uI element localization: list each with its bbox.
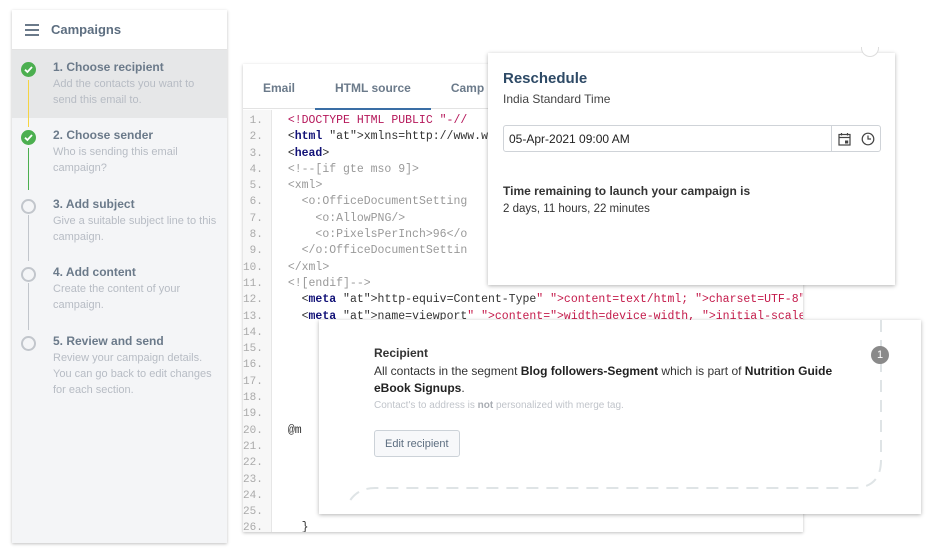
text: Contact's to address is <box>374 400 478 411</box>
tab-email[interactable]: Email <box>243 64 315 109</box>
reschedule-popup: Reschedule India Standard Time 05-Apr-20… <box>488 47 895 285</box>
step-choose-recipient[interactable]: 1. Choose recipient Add the contacts you… <box>12 50 227 127</box>
campaign-steps-sidebar: Campaigns 1. Choose recipient Add the co… <box>12 10 227 543</box>
step-title: 5. Review and send <box>53 334 164 348</box>
step-title: 1. Choose recipient <box>53 60 164 74</box>
line-number: 9. <box>249 245 263 258</box>
step-description: Add the contacts you want to send this e… <box>53 78 195 106</box>
step-description: Who is sending this email campaign? <box>53 146 178 174</box>
line-number: 15. <box>243 343 263 356</box>
step-connector <box>28 148 29 190</box>
edit-recipient-button[interactable]: Edit recipient <box>374 430 460 457</box>
text: All contacts in the segment <box>374 364 521 378</box>
line-number: 7. <box>249 212 263 225</box>
step-add-content[interactable]: 4. Add content Create the content of you… <box>12 255 227 330</box>
empty-circle-icon <box>21 267 36 282</box>
datetime-input[interactable]: 05-Apr-2021 09:00 AM <box>503 125 881 152</box>
line-number: 25. <box>243 506 263 519</box>
hamburger-icon[interactable] <box>25 23 39 36</box>
text: which is part of <box>658 364 745 378</box>
line-number: 23. <box>243 473 263 486</box>
line-number: 20. <box>243 424 263 437</box>
line-number: 14. <box>243 326 263 339</box>
step-connector <box>28 283 29 330</box>
line-number: 22. <box>243 457 263 470</box>
reschedule-title: Reschedule <box>503 70 588 87</box>
datetime-value[interactable]: 05-Apr-2021 09:00 AM <box>504 132 831 146</box>
time-remaining-label: Time remaining to launch your campaign i… <box>503 184 751 198</box>
line-number: 6. <box>249 196 263 209</box>
step-choose-sender[interactable]: 2. Choose sender Who is sending this ema… <box>12 118 227 190</box>
step-description: Give a suitable subject line to this cam… <box>53 215 217 243</box>
recipient-description: All contacts in the segment Blog followe… <box>374 363 844 397</box>
check-circle-icon <box>21 130 36 145</box>
close-icon[interactable] <box>861 47 879 57</box>
line-number: 24. <box>243 489 263 502</box>
empty-circle-icon <box>21 336 36 351</box>
clock-icon[interactable] <box>856 126 880 151</box>
step-title: 4. Add content <box>53 265 136 279</box>
sidebar-title: Campaigns <box>51 22 122 37</box>
step-title: 2. Choose sender <box>53 128 154 142</box>
line-number: 12. <box>243 294 263 307</box>
check-circle-icon <box>21 62 36 77</box>
code-line: } <box>287 521 309 532</box>
tab-html-source[interactable]: HTML source <box>315 64 431 110</box>
time-remaining-value: 2 days, 11 hours, 22 minutes <box>503 203 650 215</box>
step-review-send[interactable]: 5. Review and send Review your campaign … <box>12 324 227 408</box>
personalization-note: Contact's to address is not personalized… <box>374 400 624 411</box>
line-number: 11. <box>243 277 263 290</box>
line-number-gutter: 1. 2. 3. 4. 5. 6. 7. 8. 9. 10. 11. 12. 13. 14. 15. 16. 1… <box>243 110 272 532</box>
line-number: 1. <box>249 115 263 127</box>
step-description: Review your campaign details. You can go… <box>53 352 212 396</box>
line-number: 17. <box>243 375 263 388</box>
line-number: 16. <box>243 359 263 372</box>
step-description: Create the content of your campaign. <box>53 283 181 311</box>
recipient-card: 1 Recipient All contacts in the segment … <box>319 320 921 514</box>
recipient-title: Recipient <box>374 346 429 360</box>
timezone-label: India Standard Time <box>503 92 611 106</box>
step-title: 3. Add subject <box>53 197 135 211</box>
line-number: 2. <box>249 131 263 144</box>
sidebar-header: Campaigns <box>12 10 227 50</box>
line-number: 10. <box>243 261 263 274</box>
step-number-badge: 1 <box>871 346 889 364</box>
line-number: 26. <box>243 522 263 532</box>
line-number: 5. <box>249 180 263 193</box>
empty-circle-icon <box>21 199 36 214</box>
step-add-subject[interactable]: 3. Add subject Give a suitable subject l… <box>12 187 227 261</box>
line-number: 19. <box>243 408 263 421</box>
line-number: 4. <box>249 163 263 176</box>
line-number: 3. <box>249 147 263 160</box>
code-line: <meta "at">http-equiv=Content-Type" ">co… <box>301 293 803 307</box>
line-number: 18. <box>243 392 263 405</box>
emphasis: not <box>477 400 494 411</box>
text: personalized with merge tag. <box>493 400 624 411</box>
segment-name: Blog followers-Segment <box>520 364 659 378</box>
calendar-icon[interactable] <box>831 126 856 151</box>
line-number: 13. <box>243 310 263 323</box>
line-number: 21. <box>243 440 263 453</box>
text: . <box>461 381 465 395</box>
line-number: 8. <box>249 229 263 242</box>
